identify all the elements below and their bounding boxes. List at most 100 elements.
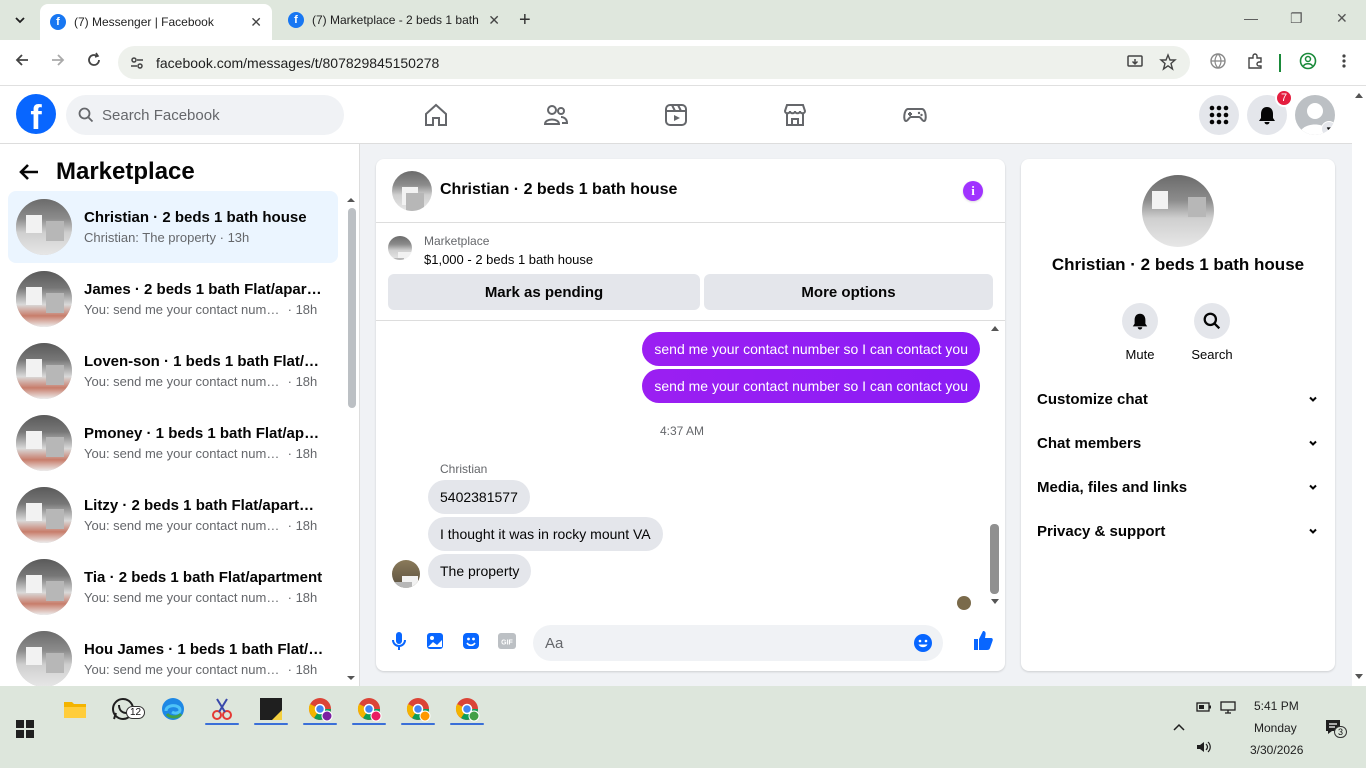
notification-center-button[interactable]: 3 [1324, 718, 1348, 741]
incoming-message[interactable]: The property [428, 554, 532, 588]
chat-item[interactable]: Christian · 2 beds 1 bath house Christian… [8, 191, 338, 263]
marketplace-icon[interactable] [782, 102, 808, 128]
reload-icon[interactable] [86, 52, 102, 68]
install-app-icon[interactable] [1126, 53, 1144, 71]
search-label: Search [1191, 347, 1233, 362]
show-hidden-icons-chevron-icon[interactable] [1172, 722, 1186, 732]
extensions-puzzle-icon[interactable] [1246, 52, 1264, 70]
forward-icon[interactable] [50, 52, 66, 68]
emoji-icon[interactable] [913, 633, 933, 653]
thumbs-up-icon[interactable] [972, 628, 994, 652]
conversation-avatar[interactable] [392, 171, 432, 211]
clock-day[interactable]: Monday [1254, 721, 1297, 735]
facebook-logo-icon[interactable]: f [16, 94, 56, 134]
home-icon[interactable] [423, 102, 449, 128]
scrollbar-arrows [1355, 93, 1363, 679]
contact-avatar[interactable] [1142, 175, 1214, 247]
close-tab-icon[interactable]: ✕ [480, 12, 500, 29]
more-options-button[interactable]: More options [704, 274, 993, 310]
facebook-favicon-icon: f [288, 12, 304, 28]
search-action[interactable]: Search [1177, 303, 1247, 362]
message-scrollbar[interactable] [988, 322, 1002, 608]
tab-search-button[interactable] [6, 7, 34, 33]
incoming-message[interactable]: I thought it was in rocky mount VA [428, 517, 663, 551]
clock-time[interactable]: 5:41 PM [1254, 699, 1299, 713]
mark-as-pending-button[interactable]: Mark as pending [388, 274, 700, 310]
chrome-profile-icon[interactable] [405, 696, 431, 722]
incoming-message[interactable]: 5402381577 [428, 480, 530, 514]
listing-thumbnail[interactable] [388, 236, 412, 260]
chat-item[interactable]: Pmoney · 1 beds 1 bath Flat/apar... You: … [8, 407, 338, 479]
chat-item[interactable]: Hou James · 1 beds 1 bath Flat/a... You: … [8, 623, 338, 695]
snipping-tool-icon[interactable] [209, 696, 235, 722]
facebook-search-box[interactable] [66, 95, 344, 135]
restore-button[interactable]: ❐ [1290, 10, 1303, 27]
chrome-profile-icon[interactable] [356, 696, 382, 722]
bookmark-star-icon[interactable] [1159, 53, 1177, 71]
close-tab-icon[interactable]: ✕ [242, 14, 262, 31]
profile-icon[interactable] [1299, 52, 1317, 70]
microphone-icon[interactable] [388, 630, 410, 652]
friends-icon[interactable] [543, 102, 569, 128]
gaming-icon[interactable] [902, 102, 928, 128]
marketplace-header: Marketplace [18, 158, 195, 186]
file-explorer-icon[interactable] [62, 696, 88, 722]
search-icon [78, 107, 94, 123]
message-thread: send me your contact number so I can con… [376, 322, 1005, 612]
search-input[interactable] [102, 106, 322, 124]
whatsapp-taskbar-button[interactable]: 12 [110, 696, 146, 727]
minimize-button[interactable]: — [1244, 10, 1258, 26]
scrollbar-thumb[interactable] [990, 524, 999, 594]
video-icon[interactable] [663, 102, 689, 128]
message-input-box[interactable] [533, 625, 943, 661]
edge-browser-icon[interactable] [160, 696, 186, 722]
chat-preview: You: send me your contact numb... [84, 590, 284, 605]
site-info-icon[interactable] [128, 55, 146, 71]
gif-icon[interactable]: GIF [496, 630, 518, 652]
chat-members-section[interactable]: Chat members [1037, 425, 1319, 461]
outgoing-message[interactable]: send me your contact number so I can con… [642, 332, 980, 366]
privacy-support-section[interactable]: Privacy & support [1037, 513, 1319, 549]
scrollbar-thumb[interactable] [348, 208, 356, 408]
network-icon[interactable] [1220, 700, 1236, 714]
volume-icon[interactable] [1196, 740, 1212, 754]
mute-action[interactable]: Mute [1105, 303, 1175, 362]
chat-item[interactable]: Tia · 2 beds 1 bath Flat/apartment You: s… [8, 551, 338, 623]
message-input[interactable] [545, 634, 905, 652]
battery-icon[interactable] [1196, 700, 1212, 714]
new-tab-button[interactable]: + [519, 9, 531, 32]
url-text[interactable]: facebook.com/messages/t/807829845150278 [156, 55, 439, 71]
clock-date[interactable]: 3/30/2026 [1250, 743, 1303, 757]
customize-chat-section[interactable]: Customize chat [1037, 381, 1319, 417]
menu-button[interactable] [1199, 95, 1239, 135]
conversation-title[interactable]: Christian · 2 beds 1 bath house [440, 181, 677, 199]
kebab-menu-icon[interactable] [1337, 52, 1351, 70]
chat-item[interactable]: James · 2 beds 1 bath Flat/apart... You: … [8, 263, 338, 335]
tab-marketplace[interactable]: f (7) Marketplace - 2 beds 1 bath ✕ [278, 4, 510, 36]
sticky-notes-icon[interactable] [258, 696, 284, 722]
account-avatar[interactable]: ▾ [1295, 95, 1335, 135]
chevron-down-icon [1309, 484, 1317, 490]
back-arrow-icon[interactable] [18, 161, 40, 183]
chrome-profile-icon[interactable] [454, 696, 480, 722]
notification-center-badge: 3 [1334, 726, 1348, 738]
chat-list-scrollbar[interactable] [346, 198, 356, 682]
close-window-button[interactable]: ✕ [1336, 10, 1348, 27]
conversation-info-icon[interactable]: i [963, 181, 983, 201]
notifications-button[interactable]: 7 [1247, 89, 1293, 135]
outgoing-message[interactable]: send me your contact number so I can con… [642, 369, 980, 403]
chat-time: · 18h [287, 374, 318, 389]
chat-item[interactable]: Litzy · 2 beds 1 bath Flat/apartm... You:… [8, 479, 338, 551]
photo-icon[interactable] [424, 630, 446, 652]
listing-title[interactable]: $1,000 - 2 beds 1 bath house [424, 252, 593, 267]
omnibox[interactable]: facebook.com/messages/t/807829845150278 [118, 46, 1190, 79]
globe-extension-icon[interactable] [1209, 52, 1227, 70]
windows-start-icon[interactable] [16, 720, 34, 738]
tab-messenger[interactable]: f (7) Messenger | Facebook ✕ [40, 4, 272, 40]
chrome-profile-icon[interactable] [307, 696, 333, 722]
media-files-links-section[interactable]: Media, files and links [1037, 469, 1319, 505]
back-icon[interactable] [14, 52, 30, 68]
sticker-icon[interactable] [460, 630, 482, 652]
page-scrollbar[interactable] [1352, 86, 1366, 686]
chat-item[interactable]: Loven-son · 1 beds 1 bath Flat/a... You: … [8, 335, 338, 407]
